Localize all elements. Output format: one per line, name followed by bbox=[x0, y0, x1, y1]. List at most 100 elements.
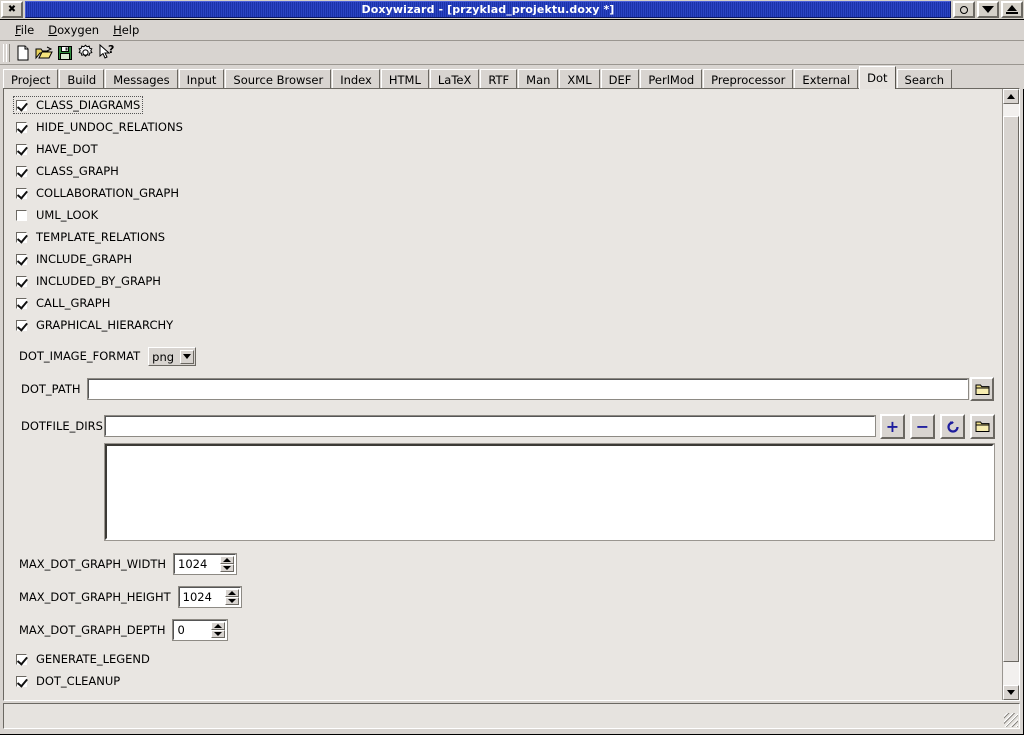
dot-settings-content: CLASS_DIAGRAMS HIDE_UNDOC_RELATIONS HAVE… bbox=[4, 89, 996, 700]
dot-image-format-select[interactable]: png bbox=[148, 347, 197, 366]
tab-html[interactable]: HTML bbox=[380, 69, 429, 90]
max-dot-graph-height-stepper[interactable]: 1024 bbox=[177, 586, 242, 608]
scrollbar-track[interactable] bbox=[1003, 104, 1019, 685]
scroll-up-button[interactable] bbox=[1003, 89, 1019, 104]
stepper-down-button[interactable] bbox=[211, 630, 226, 638]
menu-item-file[interactable]: File bbox=[8, 21, 41, 39]
svg-text:?: ? bbox=[108, 44, 114, 56]
checkbox-class-diagrams[interactable]: CLASS_DIAGRAMS bbox=[12, 96, 144, 114]
chevron-down-icon[interactable] bbox=[180, 349, 195, 364]
checkbox-graphical-hierarchy[interactable]: GRAPHICAL_HIERARCHY bbox=[14, 317, 175, 333]
tab-label: External bbox=[802, 73, 851, 87]
open-file-button[interactable] bbox=[33, 42, 54, 63]
tab-man[interactable]: Man bbox=[518, 69, 559, 90]
tab-label: Input bbox=[186, 73, 217, 87]
max-dot-graph-depth-stepper[interactable]: 0 bbox=[172, 619, 229, 641]
minimize-button[interactable] bbox=[953, 1, 975, 18]
scroll-down-button[interactable] bbox=[1003, 685, 1019, 700]
browse-dotfile-dir-button[interactable] bbox=[970, 414, 995, 439]
tab-preprocessor[interactable]: Preprocessor bbox=[703, 69, 794, 90]
checkbox-class-graph[interactable]: CLASS_GRAPH bbox=[14, 163, 121, 179]
tab-search[interactable]: Search bbox=[896, 69, 953, 90]
whats-this-button[interactable]: ? bbox=[96, 42, 117, 63]
tool-bar: ? bbox=[0, 41, 1024, 65]
tab-rtf[interactable]: RTF bbox=[480, 69, 518, 90]
tab-project[interactable]: Project bbox=[3, 69, 59, 90]
tab-external[interactable]: External bbox=[794, 69, 859, 90]
stepper-down-button[interactable] bbox=[224, 597, 239, 605]
max-dot-graph-height-value[interactable]: 1024 bbox=[179, 588, 225, 606]
menu-item-help[interactable]: Help bbox=[106, 21, 146, 39]
checkbox-indicator bbox=[16, 165, 27, 177]
menu-item-doxygen[interactable]: Doxygen bbox=[41, 21, 106, 39]
checkbox-indicator bbox=[16, 319, 27, 331]
max-dot-graph-depth-value[interactable]: 0 bbox=[174, 621, 212, 639]
max-dot-graph-width-stepper[interactable]: 1024 bbox=[173, 553, 238, 575]
tab-label: Messages bbox=[113, 73, 170, 87]
tab-source-browser[interactable]: Source Browser bbox=[225, 69, 332, 90]
checkbox-dot-cleanup[interactable]: DOT_CLEANUP bbox=[14, 673, 122, 689]
max-dot-graph-height-row: MAX_DOT_GRAPH_HEIGHT 1024 bbox=[19, 586, 242, 608]
menu-bar: File Doxygen Help bbox=[0, 20, 1024, 41]
dotfile-dirs-list[interactable] bbox=[104, 443, 995, 541]
dot-path-browse-button[interactable] bbox=[970, 377, 994, 401]
checkbox-included-by-graph[interactable]: INCLUDED_BY_GRAPH bbox=[14, 273, 163, 289]
checkbox-generate-legend[interactable]: GENERATE_LEGEND bbox=[14, 651, 152, 667]
max-dot-graph-depth-label: MAX_DOT_GRAPH_DEPTH bbox=[19, 622, 166, 637]
tab-label: Source Browser bbox=[233, 73, 324, 87]
dotfile-dirs-input[interactable] bbox=[104, 415, 876, 437]
stepper-up-button[interactable] bbox=[224, 589, 239, 597]
update-dotfile-dir-button[interactable] bbox=[940, 414, 965, 439]
run-doxygen-button[interactable] bbox=[75, 42, 96, 63]
maximize-button[interactable] bbox=[977, 1, 999, 18]
stepper-up-button[interactable] bbox=[220, 556, 235, 564]
checkbox-uml-look[interactable]: UML_LOOK bbox=[14, 207, 100, 223]
max-dot-graph-width-value[interactable]: 1024 bbox=[175, 555, 221, 573]
scrollbar-thumb[interactable] bbox=[1003, 115, 1019, 662]
checkbox-label: UML_LOOK bbox=[36, 207, 99, 222]
checkbox-label: HAVE_DOT bbox=[36, 141, 98, 156]
checkbox-label: CALL_GRAPH bbox=[36, 295, 111, 310]
checkbox-label: COLLABORATION_GRAPH bbox=[36, 185, 179, 200]
tab-label: LaTeX bbox=[437, 73, 472, 87]
stepper-down-button[interactable] bbox=[220, 564, 235, 572]
tab-input[interactable]: Input bbox=[178, 69, 225, 90]
open-folder-icon bbox=[35, 46, 53, 59]
folder-icon bbox=[975, 421, 990, 432]
whats-this-icon: ? bbox=[99, 44, 114, 59]
tab-label: Index bbox=[340, 73, 372, 87]
tab-index[interactable]: Index bbox=[332, 69, 380, 90]
tab-xml[interactable]: XML bbox=[559, 69, 600, 90]
title-bar: ✖ Doxywizard - [przyklad_projektu.doxy *… bbox=[0, 0, 1024, 20]
checkbox-label: GENERATE_LEGEND bbox=[36, 651, 150, 666]
checkbox-template-relations[interactable]: TEMPLATE_RELATIONS bbox=[14, 229, 167, 245]
checkbox-call-graph[interactable]: CALL_GRAPH bbox=[14, 295, 112, 311]
remove-dotfile-dir-button[interactable]: − bbox=[910, 414, 935, 439]
stepper-up-button[interactable] bbox=[211, 622, 226, 630]
checkbox-indicator bbox=[16, 187, 27, 199]
checkbox-collaboration-graph[interactable]: COLLABORATION_GRAPH bbox=[14, 185, 181, 201]
save-file-button[interactable] bbox=[54, 42, 75, 63]
panel-scrollbar[interactable] bbox=[1002, 89, 1019, 700]
tab-latex[interactable]: LaTeX bbox=[429, 69, 480, 90]
checkbox-indicator bbox=[16, 231, 27, 243]
dot-path-input[interactable] bbox=[87, 378, 969, 400]
tab-perlmod[interactable]: PerlMod bbox=[640, 69, 703, 90]
checkbox-include-graph[interactable]: INCLUDE_GRAPH bbox=[14, 251, 134, 267]
gear-icon bbox=[78, 44, 93, 57]
tab-build[interactable]: Build bbox=[59, 69, 105, 90]
checkbox-hide-undoc-relations[interactable]: HIDE_UNDOC_RELATIONS bbox=[14, 119, 185, 135]
restore-button[interactable] bbox=[1001, 1, 1023, 18]
checkbox-indicator bbox=[16, 99, 27, 111]
max-dot-graph-width-label: MAX_DOT_GRAPH_WIDTH bbox=[19, 556, 167, 571]
tab-messages[interactable]: Messages bbox=[105, 69, 178, 90]
checkbox-have-dot[interactable]: HAVE_DOT bbox=[14, 141, 100, 157]
toolbar-drag-handle[interactable] bbox=[2, 43, 10, 63]
add-dotfile-dir-button[interactable]: + bbox=[880, 414, 905, 439]
checkbox-indicator bbox=[16, 275, 27, 287]
tab-def[interactable]: DEF bbox=[600, 69, 640, 90]
resize-grip[interactable] bbox=[1004, 713, 1018, 727]
window-menu-close-button[interactable]: ✖ bbox=[1, 1, 23, 18]
new-file-button[interactable] bbox=[12, 42, 33, 63]
tab-dot[interactable]: Dot bbox=[859, 66, 896, 89]
